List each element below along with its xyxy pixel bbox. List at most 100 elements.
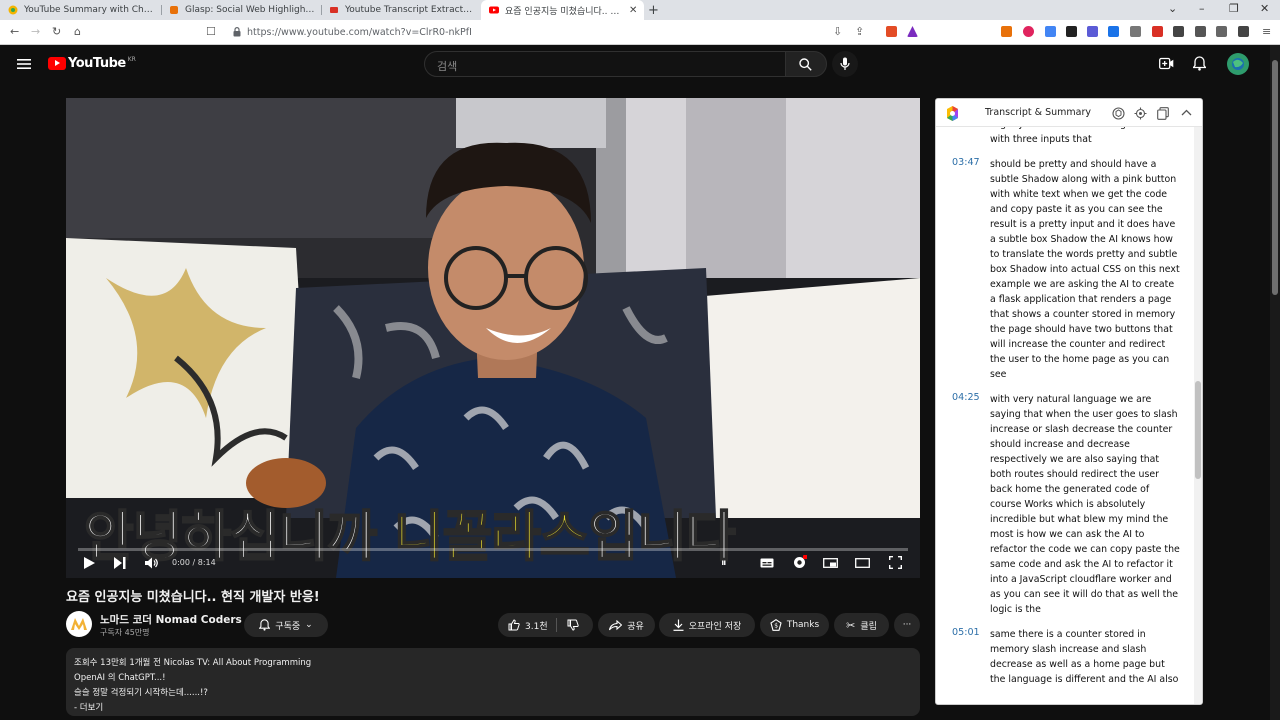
pocket-icon[interactable] [1023,26,1034,37]
progress-bar[interactable] [78,548,908,551]
share-button[interactable]: 공유 [598,613,655,637]
clip-button[interactable]: ✂ 클립 [834,613,889,637]
chevron-up-icon[interactable] [1181,109,1192,116]
thanks-button[interactable]: $ Thanks [760,613,829,637]
close-tab-icon[interactable]: ✕ [629,5,637,16]
tab-title: 요즘 인공지능 미쳤습니다.. 현직 [505,6,623,17]
browser-tab-strip: YouTube Summary with ChatGPT / G Glasp: … [0,0,1280,20]
puzzle-icon[interactable] [1173,26,1184,37]
extension-icon[interactable] [1066,26,1077,37]
forward-icon[interactable]: → [31,25,40,39]
sidebar-icon[interactable] [1216,26,1227,37]
transcript-list[interactable]: slightly fold that has a background colo… [936,127,1194,704]
like-count: 3.1천 [525,621,548,632]
share-icon [609,619,623,630]
browser-tab-active[interactable]: 요즘 인공지능 미쳤습니다.. 현직 ✕ [481,0,644,20]
address-bar[interactable]: https://www.youtube.com/watch?v=ClrR0-nk… [225,23,925,41]
segment-timestamp[interactable]: 05:01 [952,627,980,638]
video-player[interactable]: 안녕하십니까 니꼴라스입니다 0:00 / 8:14 ⏸ [66,98,920,578]
page-scrollbar-thumb[interactable] [1272,60,1278,295]
download-icon [673,619,684,631]
reading-list-icon[interactable] [1195,26,1206,37]
segment-text: same there is a counter stored in memory… [990,629,1179,685]
close-window-icon[interactable]: ✕ [1260,2,1269,15]
minimize-icon[interactable]: – [1199,2,1205,15]
extension-icon[interactable] [1108,26,1119,37]
home-icon[interactable]: ⌂ [74,25,81,39]
chatgpt-icon[interactable] [1112,107,1125,120]
metamask-icon[interactable] [1001,26,1012,37]
maximize-icon[interactable]: ❐ [1229,2,1239,15]
browser-tab[interactable]: YouTube Summary with ChatGPT / G [0,0,160,20]
tab-list-icon[interactable]: ⌄ [1168,2,1177,15]
extension-logo-icon [947,106,958,121]
segment-timestamp[interactable]: 03:47 [952,157,980,168]
play-icon[interactable] [84,557,95,569]
miniplayer-icon[interactable] [823,558,838,568]
share-label: 공유 [627,621,644,632]
super-thanks-icon: $ [770,619,782,631]
wallet-icon[interactable] [1238,26,1249,37]
show-more-link[interactable]: - 더보기 [74,701,912,716]
bell-icon [259,619,271,631]
fullscreen-icon[interactable] [889,556,902,569]
copy-icon[interactable] [1157,107,1169,120]
like-button[interactable]: 3.1천 [498,613,593,637]
description-box[interactable]: 조회수 13만회 1개월 전 Nicolas TV: All About Pro… [66,648,920,716]
segment-text: should be pretty and should have a subtl… [990,159,1180,380]
settings-gear-icon[interactable] [792,555,807,570]
voice-search-button[interactable] [832,51,858,77]
extension-icon[interactable] [1130,26,1141,37]
youtube-logo[interactable]: YouTube KR [48,56,136,71]
reload-icon[interactable]: ↻ [52,25,61,39]
account-avatar[interactable] [1227,53,1249,75]
channel-name[interactable]: 노마드 코더 Nomad Coders [100,612,242,627]
next-icon[interactable] [114,557,126,569]
nomad-logo-icon [71,618,87,630]
subscriber-count: 구독자 45만명 [100,628,150,637]
settings-icon[interactable] [1134,107,1147,120]
page-scrollbar[interactable] [1270,45,1280,720]
back-icon[interactable]: ← [10,25,19,39]
browser-tab[interactable]: Glasp: Social Web Highlighter & No [161,0,321,20]
search-button[interactable] [785,51,827,77]
segment-timestamp[interactable]: 04:25 [952,392,980,403]
extension-icon[interactable] [1152,26,1163,37]
search-input[interactable]: 검색 [424,51,786,77]
subtitle-white-text: 입니다 [588,504,737,569]
browser-tab[interactable]: Youtube Transcript Extractor - Chrom [321,0,481,20]
search-icon [799,58,812,71]
share-page-icon[interactable]: ⇪ [855,25,864,39]
channel-avatar[interactable] [66,611,92,637]
youtube-play-icon [48,57,66,70]
pause-indicator-icon: ⏸ [721,556,727,569]
hamburger-menu-icon[interactable] [17,58,31,70]
transcript-summary-panel: Transcript & Summary slightly fold that … [935,98,1203,705]
thanks-label: Thanks [786,620,820,630]
subtitle-white-text: 안녕하십니까 [83,504,394,569]
translate-icon[interactable] [1045,26,1056,37]
thumbs-up-icon [508,619,520,631]
transcript-fragment: slightly fold that has a background colo… [990,127,1179,145]
thumbs-down-icon[interactable] [567,619,579,631]
notification-bell-icon[interactable] [1193,56,1206,71]
volume-icon[interactable] [145,557,159,569]
bookmark-icon[interactable]: ☐ [206,25,216,39]
menu-icon[interactable]: ≡ [1262,25,1271,39]
theater-mode-icon[interactable] [855,558,870,568]
offline-label: 오프라인 저장 [688,621,742,632]
panel-scrollbar[interactable] [1194,127,1202,704]
subscribed-button[interactable]: 구독중 ⌄ [244,613,328,637]
install-icon[interactable]: ⇩ [833,25,842,39]
offline-save-button[interactable]: 오프라인 저장 [659,613,755,637]
tab-title: YouTube Summary with ChatGPT / G [24,5,154,15]
panel-scrollbar-thumb[interactable] [1195,381,1201,479]
more-actions-button[interactable]: ··· [894,613,920,637]
subtitles-icon[interactable] [760,558,774,568]
url-text: https://www.youtube.com/watch?v=ClrR0-nk… [247,26,472,38]
new-tab-button[interactable]: + [648,0,664,20]
subtitle-yellow-text: 니꼴라스 [393,504,591,569]
brave-shield-icon[interactable] [886,26,897,37]
extension-icon[interactable] [1087,26,1098,37]
create-video-icon[interactable] [1159,57,1174,70]
